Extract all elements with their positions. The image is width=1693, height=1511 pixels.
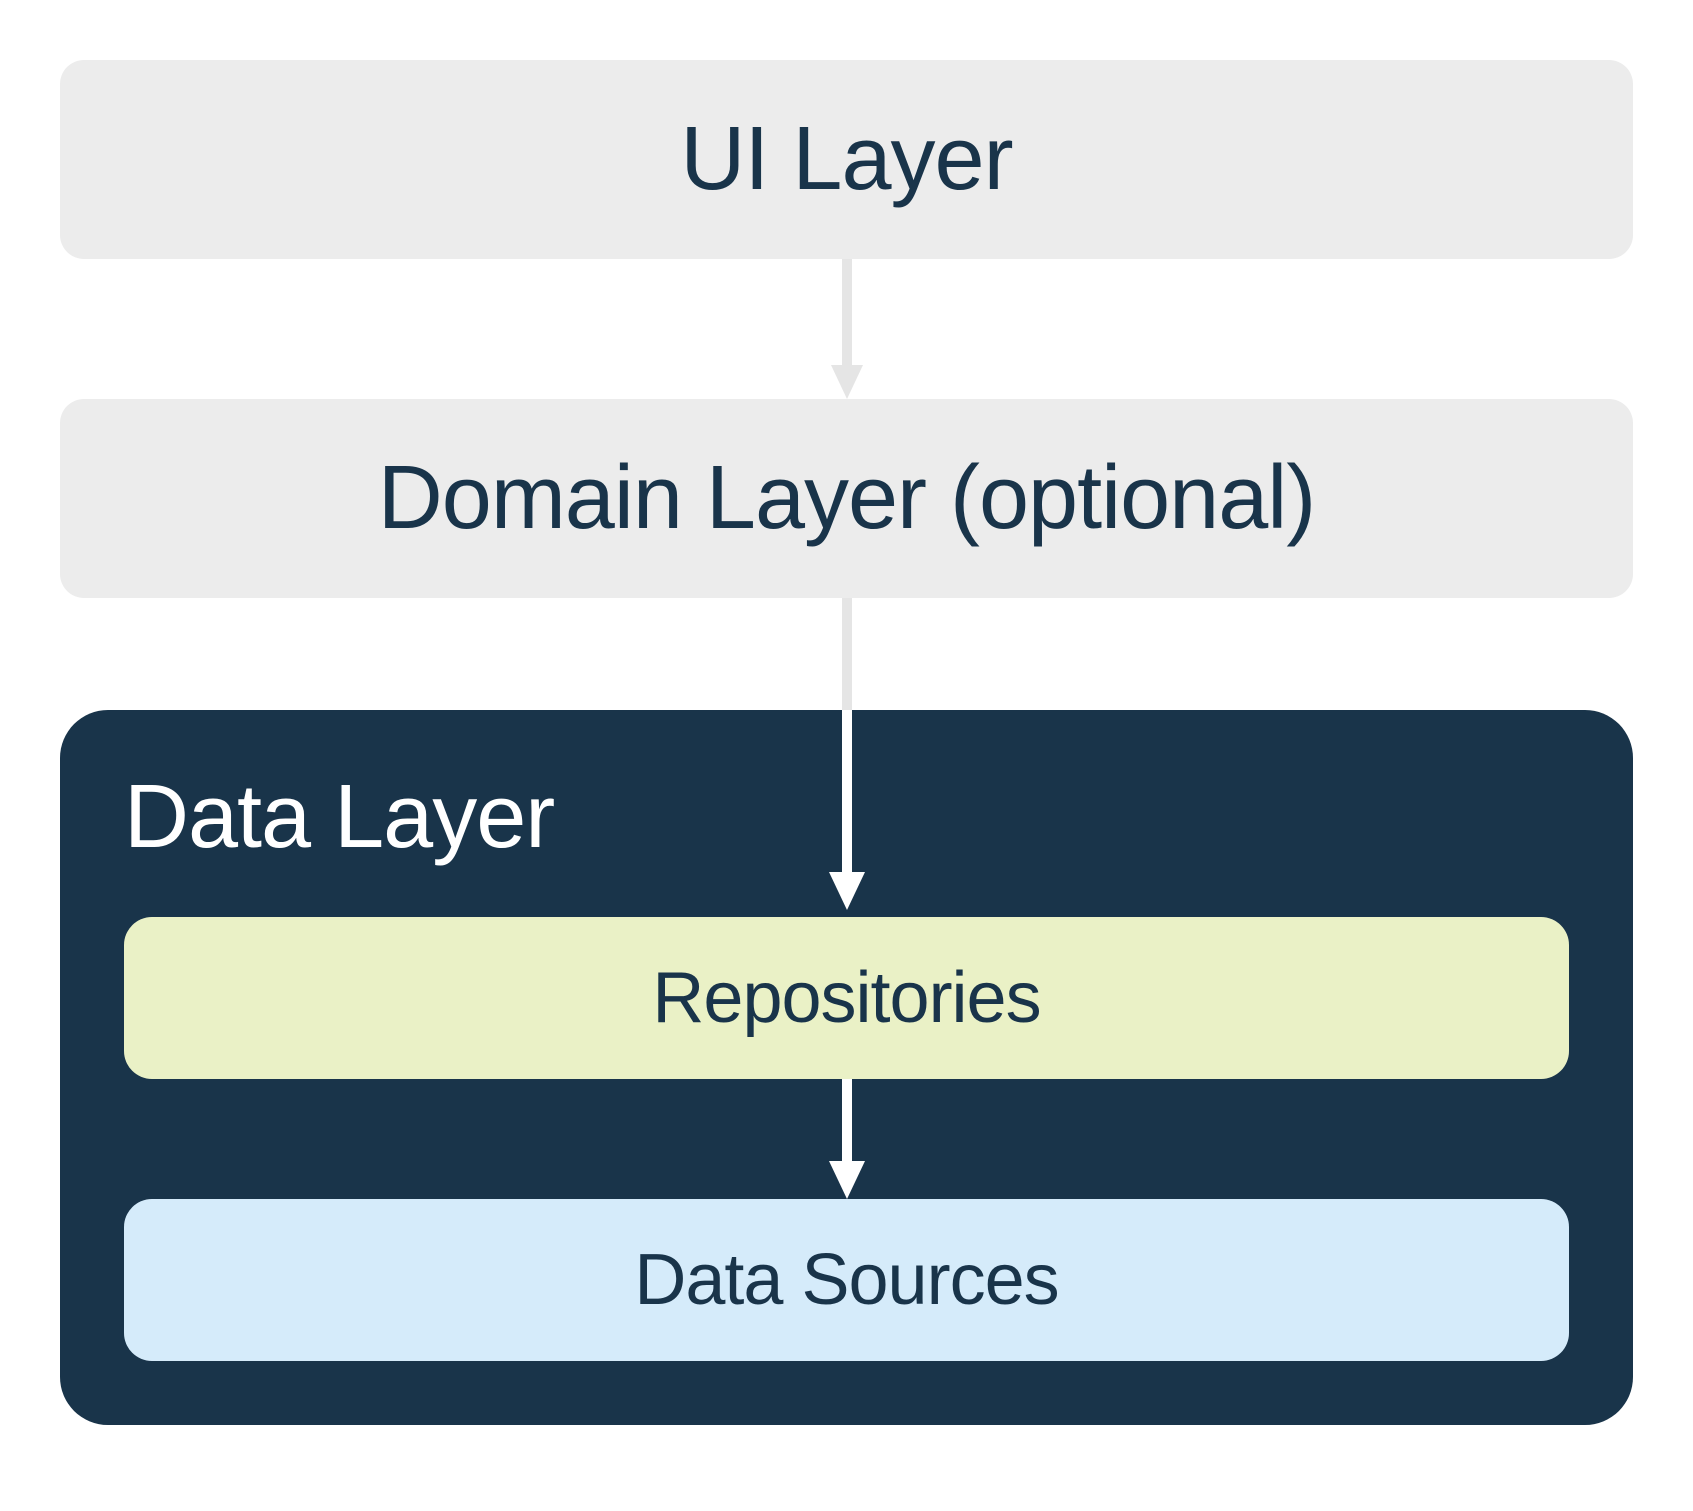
- data-sources-label: Data Sources: [634, 1240, 1058, 1320]
- arrow-down-icon: [825, 710, 869, 910]
- arrow-repositories-to-datasources: [124, 1079, 1569, 1199]
- domain-layer-label: Domain Layer (optional): [378, 448, 1315, 548]
- repositories-label: Repositories: [652, 958, 1040, 1038]
- arrow-domain-to-repositories: [825, 710, 869, 915]
- repositories-box: Repositories: [124, 917, 1569, 1079]
- data-sources-box: Data Sources: [124, 1199, 1569, 1361]
- domain-layer-box: Domain Layer (optional): [60, 399, 1633, 598]
- ui-layer-box: UI Layer: [60, 60, 1633, 259]
- ui-layer-label: UI Layer: [680, 109, 1012, 209]
- architecture-diagram: UI Layer Domain Layer (optional) Data La…: [60, 60, 1633, 1425]
- arrow-down-icon: [827, 259, 867, 399]
- data-layer-container: Data Layer Repositories Data Sources: [60, 710, 1633, 1425]
- arrow-down-icon: [827, 598, 867, 718]
- arrow-down-icon: [825, 1079, 869, 1199]
- arrow-domain-to-data-outer: [827, 598, 867, 718]
- arrow-ui-to-domain: [827, 259, 867, 399]
